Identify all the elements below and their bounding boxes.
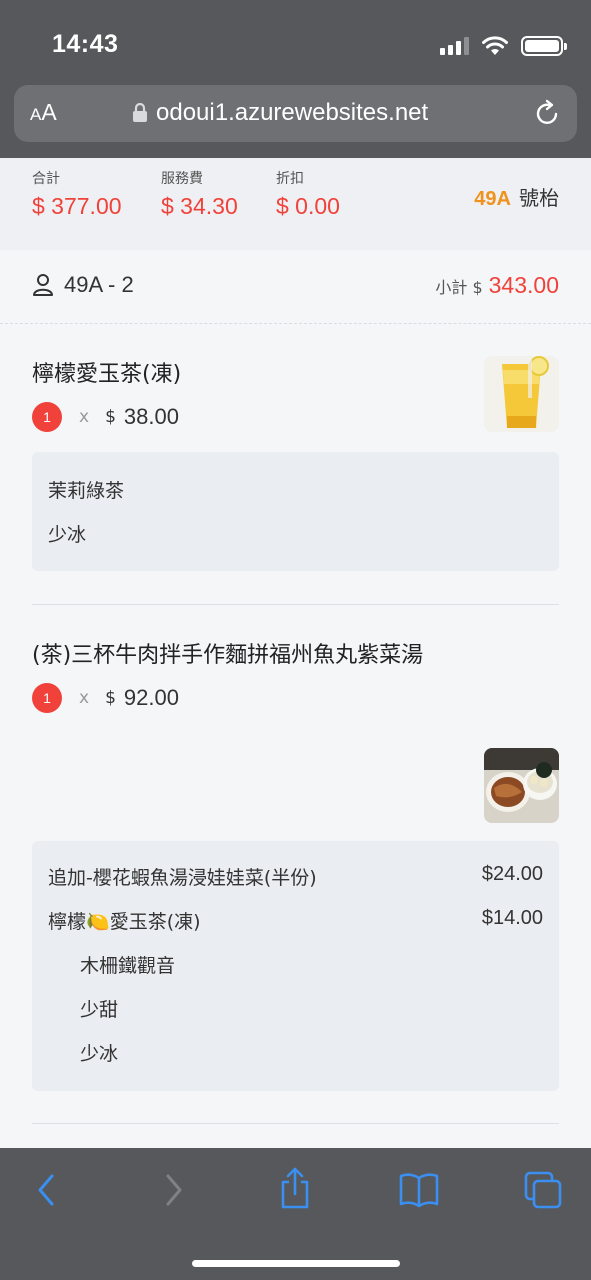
option-label: 少冰 [48, 524, 87, 546]
url-display[interactable]: odoui1.azurewebsites.net [132, 99, 428, 127]
option-line: 茉莉綠茶 [48, 476, 543, 503]
discount-block: 折扣 $ 0.00 [276, 168, 340, 220]
currency-symbol: $ [105, 688, 116, 708]
item-divider [32, 604, 559, 605]
item-price: 92.00 [123, 685, 179, 710]
option-label: 茉莉綠茶 [48, 480, 125, 502]
tabs-icon[interactable] [523, 1170, 563, 1210]
url-text: odoui1.azurewebsites.net [156, 99, 429, 126]
forward-icon[interactable] [162, 1170, 186, 1210]
service-fee-value: $ 34.30 [161, 193, 238, 219]
option-subline: 少冰 [80, 1039, 543, 1066]
person-icon [33, 274, 53, 296]
battery-icon [521, 36, 567, 56]
option-label: 少冰 [80, 1043, 119, 1065]
reload-icon[interactable] [535, 99, 561, 127]
status-icons [440, 36, 567, 56]
total-label: 合計 [32, 171, 60, 187]
wifi-icon [482, 36, 508, 55]
currency-symbol: $ [105, 407, 116, 427]
option-label: 木柵鐵觀音 [80, 955, 176, 977]
item-name: (茶)三杯牛肉拌手作麵拼福州魚丸紫菜湯 [32, 643, 424, 668]
address-bar[interactable]: AA odoui1.azurewebsites.net [14, 85, 577, 142]
total-block: 合計 $ 377.00 [32, 168, 122, 220]
order-item[interactable]: (茶)三杯牛肉拌手作麵拼福州魚丸紫菜湯 1 x $ 92.00 [32, 637, 559, 713]
table-tag: 49A 號枱 [474, 182, 559, 211]
home-indicator [192, 1260, 400, 1267]
guest-name: 49A - 2 [64, 272, 134, 297]
item-options: 茉莉綠茶 少冰 [32, 452, 559, 571]
cellular-signal-icon [440, 37, 469, 55]
subtotal-value: 343.00 [488, 272, 559, 298]
service-fee-label: 服務費 [161, 171, 203, 187]
option-line: 少冰 [48, 520, 543, 547]
bookmarks-icon[interactable] [398, 1170, 440, 1210]
guest-info: 49A - 2 [32, 272, 134, 298]
discount-value: $ 0.00 [276, 193, 340, 219]
option-subline: 少甜 [80, 995, 543, 1022]
option-label-cont: 愛玉茶(凍) [109, 911, 201, 933]
status-time: 14:43 [52, 30, 119, 58]
qty-multiply: x [79, 688, 90, 708]
option-price: $24.00 [481, 863, 543, 885]
back-icon[interactable] [34, 1170, 58, 1210]
guest-row: 49A - 2 小計 $ 343.00 [0, 250, 591, 324]
lock-icon [133, 103, 147, 122]
discount-label: 折扣 [276, 171, 304, 187]
item-divider [32, 1123, 559, 1124]
option-label: 追加-櫻花蝦魚湯浸娃娃菜(半份) [48, 867, 317, 889]
total-value: $ 377.00 [32, 193, 122, 219]
option-subline: 木柵鐵觀音 [80, 951, 543, 978]
option-label: 少甜 [80, 999, 119, 1021]
item-price: 38.00 [123, 404, 179, 429]
text-size-button[interactable]: AA [30, 99, 57, 126]
subtotal-label: 小計 $ [435, 278, 483, 297]
browser-top-chrome: 14:43 AA odoui1.azurewebsites.net [0, 0, 591, 158]
option-line: 追加-櫻花蝦魚湯浸娃娃菜(半份) $24.00 [48, 863, 543, 890]
lemon-emoji-icon: 🍋 [86, 911, 110, 933]
table-suffix: 號枱 [519, 186, 559, 210]
option-label: 檸檬 [48, 911, 87, 933]
qty-multiply: x [79, 407, 90, 427]
item-options: 追加-櫻花蝦魚湯浸娃娃菜(半份) $24.00 檸檬🍋愛玉茶(凍) $14.00… [32, 841, 559, 1091]
option-line: 檸檬🍋愛玉茶(凍) $14.00 [48, 907, 543, 934]
subtotal: 小計 $ 343.00 [435, 272, 559, 299]
item-image [484, 356, 559, 432]
qty-badge: 1 [32, 402, 62, 432]
option-price: $14.00 [481, 907, 543, 929]
item-qty-row: 1 x $ 92.00 [32, 683, 559, 713]
qty-badge: 1 [32, 683, 62, 713]
table-code: 49A [474, 188, 511, 210]
service-fee-block: 服務費 $ 34.30 [161, 168, 238, 220]
item-name: 檸檬愛玉茶(凍) [32, 362, 182, 387]
option-label-group: 檸檬🍋愛玉茶(凍) [48, 907, 201, 934]
order-summary: 合計 $ 377.00 服務費 $ 34.30 折扣 $ 0.00 49A 號枱 [0, 158, 591, 250]
order-item[interactable]: 檸檬愛玉茶(凍) 1 x $ 38.00 [32, 356, 559, 432]
share-icon[interactable] [278, 1166, 312, 1210]
item-image [484, 748, 559, 823]
item-qty-row: 1 x $ 38.00 [32, 402, 559, 432]
